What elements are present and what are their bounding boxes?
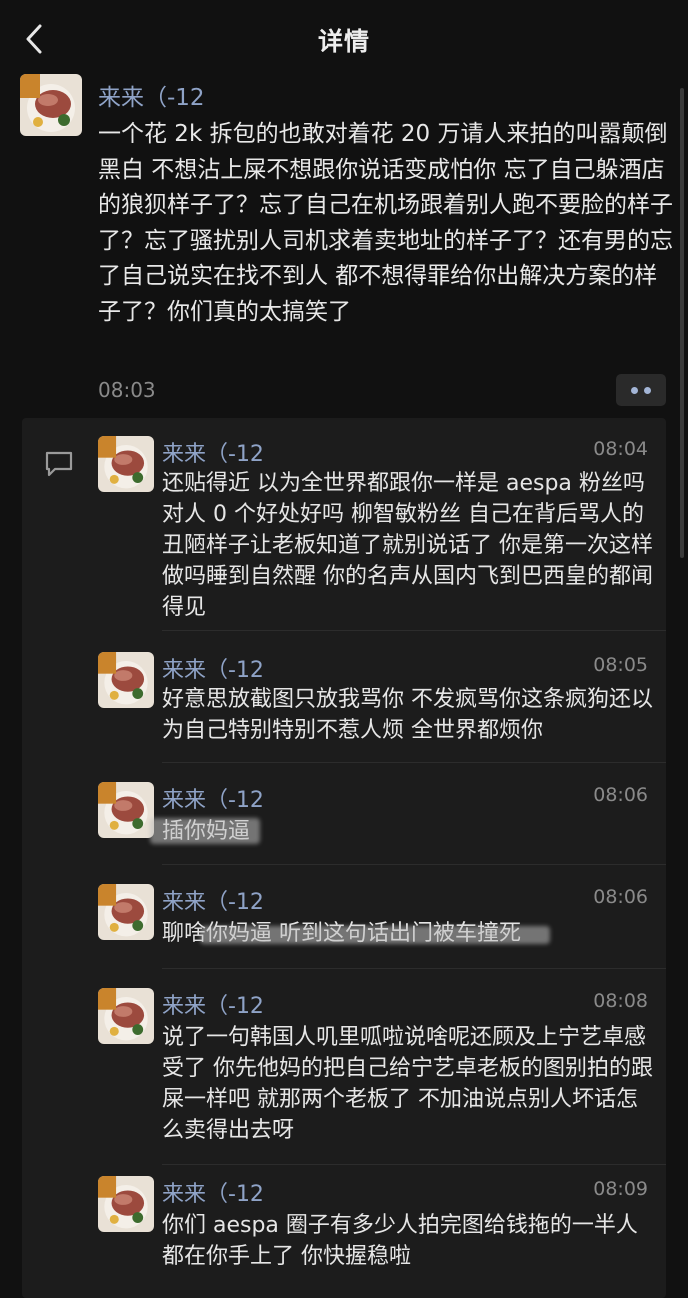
divider <box>162 1164 666 1165</box>
comment-timestamp: 08:06 <box>593 784 648 806</box>
comment-timestamp: 08:09 <box>593 1178 648 1200</box>
comment-author-name[interactable]: 来来（-12 <box>162 988 264 1020</box>
censor-blur <box>150 818 260 844</box>
comment-author-name[interactable]: 来来（-12 <box>162 782 264 814</box>
comment-timestamp: 08:06 <box>593 886 648 908</box>
food-avatar-image <box>98 1176 154 1232</box>
comments-panel: 来来（-12 08:04 还贴得近 以为全世界都跟你一样是 aespa 粉丝吗 … <box>22 418 666 1298</box>
post-author-name[interactable]: 来来（-12 <box>98 78 205 112</box>
avatar[interactable] <box>98 1176 154 1232</box>
comment-author-name[interactable]: 来来（-12 <box>162 884 264 916</box>
divider <box>162 864 666 865</box>
comment-text: 还贴得近 以为全世界都跟你一样是 aespa 粉丝吗 对人 0 个好处好吗 柳智… <box>162 471 653 620</box>
comment-text: 你们 aespa 圈子有多少人拍完图给钱拖的一半人都在你手上了 你快握稳啦 <box>162 1213 638 1269</box>
more-options-button[interactable] <box>616 374 666 406</box>
comment-timestamp: 08:08 <box>593 990 648 1012</box>
food-avatar-image <box>98 782 154 838</box>
divider <box>162 968 666 969</box>
comment-icon <box>44 450 74 478</box>
comment-text: 好意思放截图只放我骂你 不发疯骂你这条疯狗还以为自己特别特别不惹人烦 全世界都烦… <box>162 687 653 743</box>
post-content: 一个花 2k 拆包的也敢对着花 20 万请人来拍的叫嚣颠倒黑白 不想沾上屎不想跟… <box>98 121 673 325</box>
avatar[interactable] <box>98 884 154 940</box>
food-avatar-image <box>98 884 154 940</box>
dot-icon <box>644 387 651 394</box>
comment-author-name[interactable]: 来来（-12 <box>162 436 264 468</box>
comment-author-name[interactable]: 来来（-12 <box>162 652 264 684</box>
comment-author-name[interactable]: 来来（-12 <box>162 1176 264 1208</box>
divider <box>162 762 666 763</box>
divider <box>162 630 666 631</box>
post-timestamp: 08:03 <box>98 378 156 402</box>
scrollbar[interactable] <box>680 88 684 558</box>
food-avatar-image <box>98 652 154 708</box>
dot-icon <box>631 387 638 394</box>
food-avatar-image <box>20 74 82 136</box>
food-avatar-image <box>98 988 154 1044</box>
avatar[interactable] <box>98 782 154 838</box>
page-title: 详情 <box>317 27 370 56</box>
avatar[interactable] <box>98 436 154 492</box>
food-avatar-image <box>98 436 154 492</box>
comment-timestamp: 08:04 <box>593 438 648 460</box>
avatar[interactable] <box>98 988 154 1044</box>
avatar[interactable] <box>20 74 82 136</box>
top-bar: 详情 <box>0 0 688 76</box>
comment-text: 说了一句韩国人叽里呱啦说啥呢还顾及上宁艺卓感受了 你先他妈的把自己给宁艺卓老板的… <box>162 1025 653 1143</box>
avatar[interactable] <box>98 652 154 708</box>
censor-blur <box>200 926 550 944</box>
comment-timestamp: 08:05 <box>593 654 648 676</box>
